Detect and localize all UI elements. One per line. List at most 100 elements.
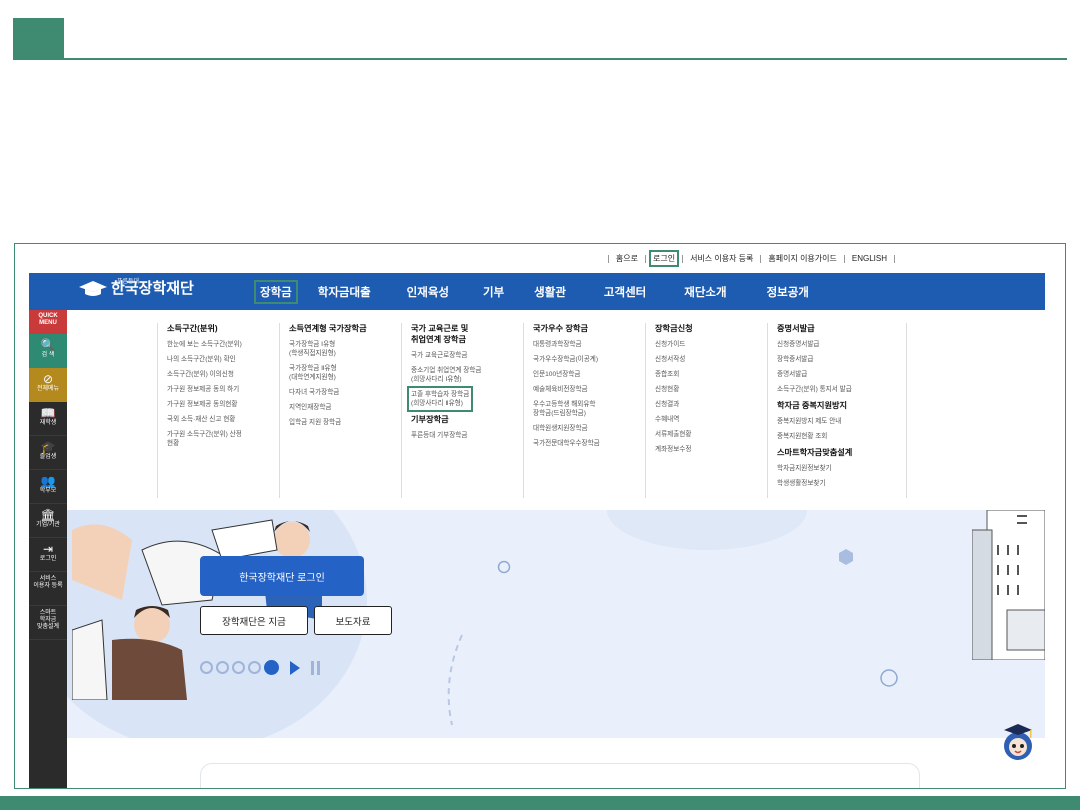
menu-item[interactable]: 증명서발급 [777,370,906,379]
sidebar-item[interactable]: 서비스 이용자 등록 [29,572,67,606]
menu-col-heading[interactable]: 국가 교육근로 및 취업연계 장학금 [411,323,523,345]
menu-item[interactable]: 소득구간(분위) 통지서 발급 [777,385,906,394]
sidebar-item[interactable]: 🎓 졸업생 [29,436,67,470]
sidebar-item[interactable]: 👥 학부모 [29,470,67,504]
logo-subtitle: 푸른등대 [117,278,140,285]
menu-item[interactable]: 가구원 소득구간(분위) 산정 현황 [167,430,279,448]
hero-login-button[interactable]: 한국장학재단 로그인 [200,556,364,596]
sidebar-item[interactable]: 스마트 학자금 맞춤설계 [29,606,67,640]
menu-item[interactable]: 국가전문대학우수장학금 [533,439,645,448]
menu-item[interactable]: 수혜내역 [655,415,767,424]
lower-content [67,738,1045,788]
sidebar-item[interactable]: 🔍 검 색 [29,334,67,368]
menu-item[interactable]: 지역인재장학금 [289,403,401,412]
sidebar-item[interactable]: ⊘ 전체메뉴 [29,368,67,402]
nav-item[interactable]: 생활관 [534,284,566,300]
menu-col-heading[interactable]: 기부장학금 [411,414,523,425]
menu-col-heading[interactable]: 증명서발급 [777,323,906,334]
menu-item[interactable]: 신청결과 [655,400,767,409]
nav-item[interactable]: 고객센터 [604,284,646,300]
decor-circle [880,669,898,687]
slide-bottom-bar [0,796,1080,810]
menu-item[interactable]: 한눈에 보는 소득구간(분위) [167,340,279,349]
menu-item[interactable]: 중복지원현황 조회 [777,432,906,441]
menu-item[interactable]: 장학증서발급 [777,355,906,364]
menu-item[interactable]: 푸른등대 기부장학금 [411,431,523,440]
menu-item[interactable]: 예술체육비전장학금 [533,385,645,394]
utility-link[interactable]: ENGLISH [852,254,887,263]
site-logo[interactable]: 푸른등대 한국장학재단 [77,278,194,298]
nav-item[interactable]: 장학금 [254,279,298,304]
menu-item[interactable]: 나의 소득구간(분위) 확인 [167,355,279,364]
carousel-dot[interactable] [200,661,213,674]
menu-item-highlighted[interactable]: 고졸 후학습자 장학금 (희망사다리 Ⅱ유형) [406,386,474,412]
sidebar-item[interactable]: 🏛 기업/기관 [29,504,67,538]
menu-item[interactable]: 신청현황 [655,385,767,394]
screenshot-frame: 홈으로 로그인 서비스 이용자 등록 홈페이지 이용가이드 ENGLISH 푸른등대 한… [14,243,1066,789]
carousel-dot[interactable] [216,661,229,674]
menu-item[interactable]: 서류제출현황 [655,430,767,439]
menu-item[interactable]: 인문100년장학금 [533,370,645,379]
nav-item[interactable]: 재단소개 [684,284,726,300]
menu-col-excellence: 국가우수 장학금 대통령과학장학금국가우수장학금(이공계) 인문100년장학금예술… [523,323,645,498]
menu-col-certificate: 증명서발급 신청증명서발급 장학증서발급 증명서발급 소득구간(분위) 통지서 발급 … [767,323,907,498]
menu-item[interactable]: 국외 소득·재산 신고 현황 [167,415,279,424]
menu-item[interactable]: 학자금지원정보찾기 [777,464,906,473]
menu-item[interactable]: 중소기업 취업연계 장학금 (희망사다리 Ⅰ유형) [411,366,523,384]
sidebar-item[interactable]: ⇥ 로그인 [29,538,67,572]
menu-item[interactable]: 국가장학금 Ⅱ유형 (대학연계지원형) [289,364,401,382]
sidebar-item-label: QUICK MENU [38,313,58,326]
carousel-dot-active[interactable] [264,660,279,675]
mascot-icon[interactable] [1000,720,1036,764]
menu-item[interactable]: 가구원 정보제공 동의현황 [167,400,279,409]
nav-item[interactable]: 기부 [483,284,504,300]
menu-item[interactable]: 계좌정보수정 [655,445,767,454]
menu-item[interactable]: 입학금 지원 장학금 [289,418,401,427]
utility-link[interactable]: 홈페이지 이용가이드 [768,254,836,263]
menu-item[interactable]: 국가 교육근로장학금 [411,351,523,360]
menu-item[interactable]: 우수고등학생 해외유학 장학금(드림장학금) [533,400,645,418]
menu-col-heading[interactable]: 소득구간(분위) [167,323,279,334]
login-icon: ⇥ [42,542,54,556]
utility-link[interactable]: 홈으로 [616,254,638,263]
menu-col-heading[interactable]: 학자금 중복지원방지 [777,400,906,411]
nav-item[interactable]: 학자금대출 [318,284,371,300]
decor-dash-arc [447,634,463,726]
graduation-cap-icon: 🎓 [40,440,56,454]
menu-item[interactable]: 다자녀 국가장학금 [289,388,401,397]
menu-item[interactable]: 종합조회 [655,370,767,379]
slide-title-underline [13,58,1067,60]
utility-link-wrap: 서비스 이용자 등록 [682,255,760,263]
content-card [200,763,920,788]
sidebar-item-label: 전체메뉴 [36,386,60,392]
menu-item[interactable]: 중복지원방지 제도 안내 [777,417,906,426]
press-release-button[interactable]: 보도자료 [314,606,392,635]
menu-col-heading[interactable]: 국가우수 장학금 [533,323,645,334]
carousel-dot[interactable] [232,661,245,674]
pause-icon[interactable] [311,660,320,675]
menu-col-heading[interactable]: 장학금신청 [655,323,767,334]
menu-item[interactable]: 학생생활정보찾기 [777,479,906,488]
news-now-button[interactable]: 장학재단은 지금 [200,606,308,635]
play-icon[interactable] [290,660,300,675]
utility-link-wrap: ENGLISH [843,254,895,263]
menu-item[interactable]: 국가장학금 Ⅰ유형 (학생직접지원형) [289,340,401,358]
sidebar-item[interactable]: 📖 재학생 [29,402,67,436]
menu-item[interactable]: 신청서작성 [655,355,767,364]
utility-link[interactable]: 로그인 [648,250,680,267]
menu-item[interactable]: 대통령과학장학금 [533,340,645,349]
menu-item[interactable]: 신청가이드 [655,340,767,349]
menu-item[interactable]: 소득구간(분위) 이의신청 [167,370,279,379]
menu-col-heading[interactable]: 소득연계형 국가장학금 [289,323,401,334]
carousel-dot[interactable] [248,661,261,674]
utility-link[interactable]: 서비스 이용자 등록 [690,254,753,263]
menu-item[interactable]: 신청증명서발급 [777,340,906,349]
menu-item[interactable]: 국가우수장학금(이공계) [533,355,645,364]
sidebar-item[interactable]: QUICK MENU [29,310,67,334]
menu-item[interactable]: 대학원생지원장학금 [533,424,645,433]
building-illustration [972,510,1045,660]
menu-item[interactable]: 가구원 정보제공 동의 하기 [167,385,279,394]
nav-item[interactable]: 정보공개 [767,284,809,300]
nav-item[interactable]: 인재육성 [407,284,449,300]
menu-col-heading[interactable]: 스마트학자금맞춤설계 [777,447,906,458]
